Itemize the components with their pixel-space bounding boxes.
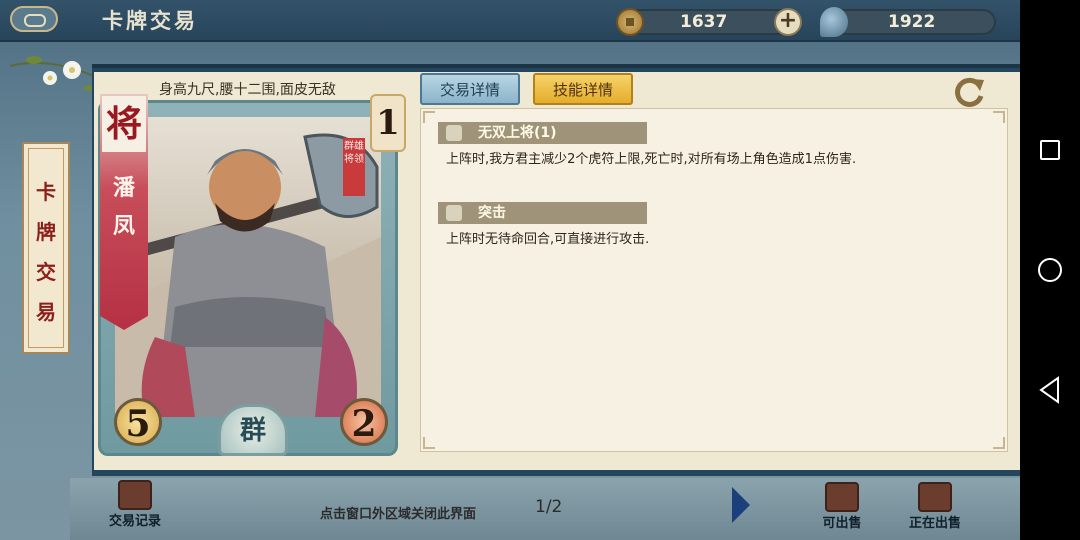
card-name-char: 潘: [112, 175, 135, 201]
scroll-icon: [118, 480, 152, 510]
faction-badge: 群: [218, 404, 288, 456]
card-portrait: [115, 117, 381, 417]
selling-label: 正在出售: [908, 516, 961, 531]
back-button[interactable]: [10, 6, 58, 32]
trade-record-button[interactable]: 交易记录: [100, 480, 170, 529]
coin-counter: 1637 +: [616, 8, 802, 36]
top-bar: 卡牌交易 1637 + 1922: [0, 0, 1020, 42]
skill-icon: [446, 125, 462, 141]
sellable-button[interactable]: 可出售: [812, 482, 872, 531]
skill-name: 无双上将(1): [478, 125, 557, 141]
side-tab-card-trade[interactable]: 卡 牌 交 易: [22, 142, 70, 354]
skill-name: 突击: [478, 205, 506, 221]
skill-name-row: 突击: [438, 202, 647, 224]
warrior-portrait-icon: [115, 133, 381, 417]
side-tab-char: 牌: [36, 220, 56, 244]
page-indicator: 1/2: [535, 497, 563, 517]
add-coin-button[interactable]: +: [774, 8, 802, 36]
box-icon: [918, 482, 952, 512]
health-value: 2: [340, 398, 388, 446]
side-tab-char: 卡: [36, 180, 56, 204]
jade-value: 1922: [888, 12, 936, 32]
side-tab-char: 易: [36, 300, 56, 324]
coin-icon: [616, 8, 644, 36]
side-tab-char: 交: [36, 260, 56, 284]
refresh-icon[interactable]: [952, 76, 986, 108]
skill-icon: [446, 205, 462, 221]
selling-button[interactable]: 正在出售: [900, 482, 970, 531]
page-title: 卡牌交易: [102, 8, 198, 33]
android-nav-bar: [1020, 0, 1080, 540]
tab-trade-details[interactable]: 交易详情: [420, 73, 520, 105]
card-level: 1: [372, 96, 404, 150]
faction-seal: 群雄将领: [343, 138, 365, 196]
flower-decoration-icon: [10, 56, 99, 91]
game-screen: 卡牌交易 1637 + 1922 卡 牌 交 易 身高九尺,腰十二围,面皮无敌: [0, 0, 1020, 540]
skill-name-row: 无双上将(1): [438, 122, 647, 144]
tab-skill-details[interactable]: 技能详情: [533, 73, 633, 105]
trade-record-label: 交易记录: [108, 514, 161, 529]
home-icon[interactable]: [1038, 258, 1062, 282]
jade-counter: 1922: [820, 7, 996, 37]
recent-apps-icon[interactable]: [1040, 140, 1060, 160]
next-page-arrow-icon[interactable]: [732, 487, 750, 523]
card-name-banner: 将 潘 凤: [100, 94, 148, 330]
back-triangle-icon[interactable]: [1038, 376, 1062, 404]
skill-description: 上阵时,我方君主减少2个虎符上限,死亡时,对所有场上角色造成1点伤害.: [446, 152, 857, 167]
rank-badge: 将: [102, 96, 146, 152]
card-description: 身高九尺,腰十二围,面皮无敌: [159, 82, 336, 98]
close-hint: 点击窗口外区域关闭此界面: [320, 507, 477, 522]
coin-value: 1637: [680, 12, 728, 32]
attack-value: 5: [114, 398, 162, 446]
card-name-char: 凤: [112, 213, 135, 239]
jade-icon: [820, 7, 848, 37]
skill-description: 上阵时无待命回合,可直接进行攻击.: [446, 232, 650, 247]
tag-icon: [825, 482, 859, 512]
sellable-label: 可出售: [822, 516, 862, 531]
